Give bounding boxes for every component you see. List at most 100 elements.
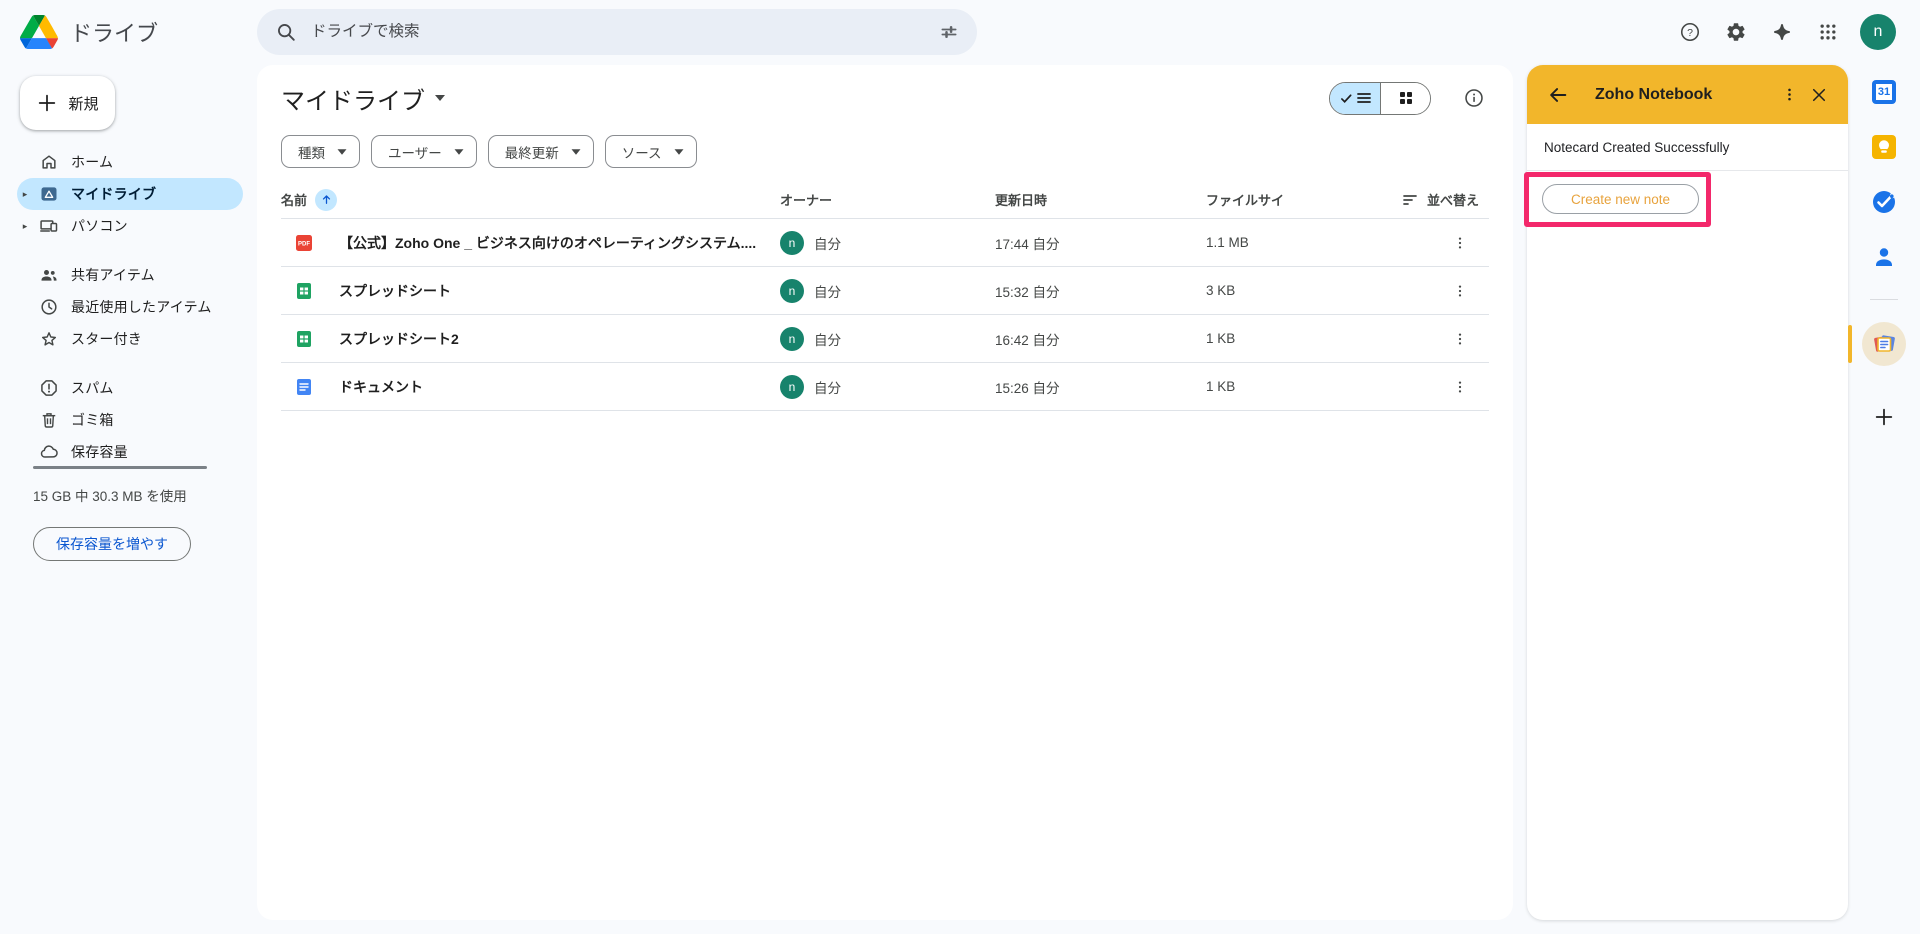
sidebar-item-recent[interactable]: 最近使用したアイテム [17,291,243,323]
sort-ascending-icon [315,189,337,211]
tasks-icon [1871,189,1897,215]
storage-usage-text: 15 GB 中 30.3 MB を使用 [33,485,213,505]
details-button[interactable] [1459,83,1489,113]
spreadsheet-file-icon [295,282,313,300]
close-icon [1810,86,1828,104]
row-menu-button[interactable] [1445,276,1475,306]
gemini-button[interactable] [1762,12,1802,52]
create-new-note-button[interactable]: Create new note [1542,184,1699,214]
settings-button[interactable] [1716,12,1756,52]
page-title-my-drive[interactable]: マイドライブ [281,81,445,116]
modified-time: 17:44 自分 [995,233,1206,253]
file-name: 【公式】Zoho One _ ビジネス向けのオペレーティングシステム.... [339,233,780,253]
spam-icon [39,378,59,398]
search-bar[interactable] [257,9,977,55]
search-options-tune-icon[interactable] [939,22,959,42]
check-icon [1340,92,1353,105]
sidebar-item-trash[interactable]: ゴミ箱 [17,404,243,436]
help-icon: ? [1679,21,1701,43]
column-header-size[interactable]: ファイルサイ [1206,190,1403,209]
sidebar-item-label: 最近使用したアイテム [71,297,212,317]
filter-chips: 種類 ユーザー 最終更新 ソース [281,135,1489,168]
pdf-file-icon: PDF [295,234,313,252]
contacts-app-button[interactable] [1864,237,1904,277]
gemini-sparkle-icon [1771,21,1793,43]
home-icon [39,152,59,172]
panel-title: Zoho Notebook [1595,86,1774,104]
sort-lines-icon [1403,194,1419,206]
list-view-button[interactable] [1330,83,1380,114]
help-button[interactable]: ? [1670,12,1710,52]
table-row[interactable]: スプレッドシート2 n 自分 16:42 自分 1 KB [281,315,1489,363]
divider [1527,170,1848,171]
owner-avatar: n [780,231,804,255]
column-header-name[interactable]: 名前 [281,189,780,211]
file-size: 3 KB [1206,283,1403,298]
sidebar-item-starred[interactable]: スター付き [17,323,243,355]
search-input[interactable] [311,23,925,41]
table-row[interactable]: ドキュメント n 自分 15:26 自分 1 KB [281,363,1489,411]
grid-view-button[interactable] [1380,83,1430,114]
sidebar-item-home[interactable]: ホーム [17,146,243,178]
contacts-icon [1872,245,1896,269]
topbar: ドライブ ? [0,0,1920,64]
panel-back-button[interactable] [1543,80,1573,110]
row-menu-button[interactable] [1445,324,1475,354]
row-menu-button[interactable] [1445,372,1475,402]
sort-control[interactable]: 並べ替え [1403,190,1489,209]
keep-app-button[interactable] [1864,127,1904,167]
kebab-menu-icon [1452,235,1468,251]
info-icon [1463,87,1485,109]
add-app-button[interactable] [1864,397,1904,437]
table-row[interactable]: スプレッドシート n 自分 15:32 自分 3 KB [281,267,1489,315]
chip-label: 種類 [298,142,325,162]
modified-time: 16:42 自分 [995,329,1206,349]
my-drive-icon [39,184,59,204]
filter-chip-people[interactable]: ユーザー [371,135,477,168]
drive-logo-area[interactable]: ドライブ [20,0,158,64]
column-header-owner[interactable]: オーナー [780,190,995,209]
storage-progress-bar [33,466,207,469]
grid-view-icon [1399,91,1413,105]
column-header-modified[interactable]: 更新日時 [995,190,1206,209]
kebab-menu-icon [1452,379,1468,395]
panel-close-button[interactable] [1804,80,1834,110]
tasks-app-button[interactable] [1864,182,1904,222]
filter-chip-type[interactable]: 種類 [281,135,360,168]
sidebar-item-shared[interactable]: 共有アイテム [17,259,243,291]
new-button-label: 新規 [68,93,98,114]
zoho-notebook-icon [1871,331,1897,357]
account-avatar[interactable]: n [1860,14,1896,50]
expand-arrow-icon[interactable]: ▸ [17,189,33,200]
filter-chip-modified[interactable]: 最終更新 [488,135,594,168]
owner-avatar: n [780,279,804,303]
left-sidebar: 新規 ホーム ▸ マイドライブ ▸ パソコン [0,64,257,934]
expand-arrow-icon[interactable]: ▸ [17,221,33,232]
side-app-rail: 31 [1856,64,1912,934]
sidebar-item-spam[interactable]: スパム [17,372,243,404]
sidebar-item-storage[interactable]: 保存容量 [17,436,243,468]
topbar-actions: ? n [1670,0,1896,64]
row-menu-button[interactable] [1445,228,1475,258]
table-row[interactable]: PDF 【公式】Zoho One _ ビジネス向けのオペレーティングシステム..… [281,219,1489,267]
new-button[interactable]: 新規 [20,76,115,130]
zoho-notebook-app-button[interactable] [1862,322,1906,366]
table-header-row: 名前 オーナー 更新日時 ファイルサイ 並べ替え [281,181,1489,219]
sidebar-item-label: スパム [71,378,114,398]
sidebar-item-label: 共有アイテム [71,265,155,285]
chip-label: 最終更新 [505,142,559,162]
panel-menu-button[interactable] [1774,80,1804,110]
sidebar-item-computers[interactable]: ▸ パソコン [17,210,243,242]
owner-avatar: n [780,375,804,399]
filter-chip-source[interactable]: ソース [605,135,697,168]
status-message: Notecard Created Successfully [1527,124,1848,155]
google-apps-button[interactable] [1808,12,1848,52]
sidebar-item-label: パソコン [71,216,128,236]
owner-label: 自分 [814,377,841,397]
get-more-storage-button[interactable]: 保存容量を増やす [33,527,191,561]
storage-summary: 15 GB 中 30.3 MB を使用 保存容量を増やす [33,466,213,561]
cloud-icon [39,442,59,462]
calendar-app-button[interactable]: 31 [1864,72,1904,112]
sidebar-item-my-drive[interactable]: ▸ マイドライブ [17,178,243,210]
svg-text:?: ? [1687,27,1693,39]
